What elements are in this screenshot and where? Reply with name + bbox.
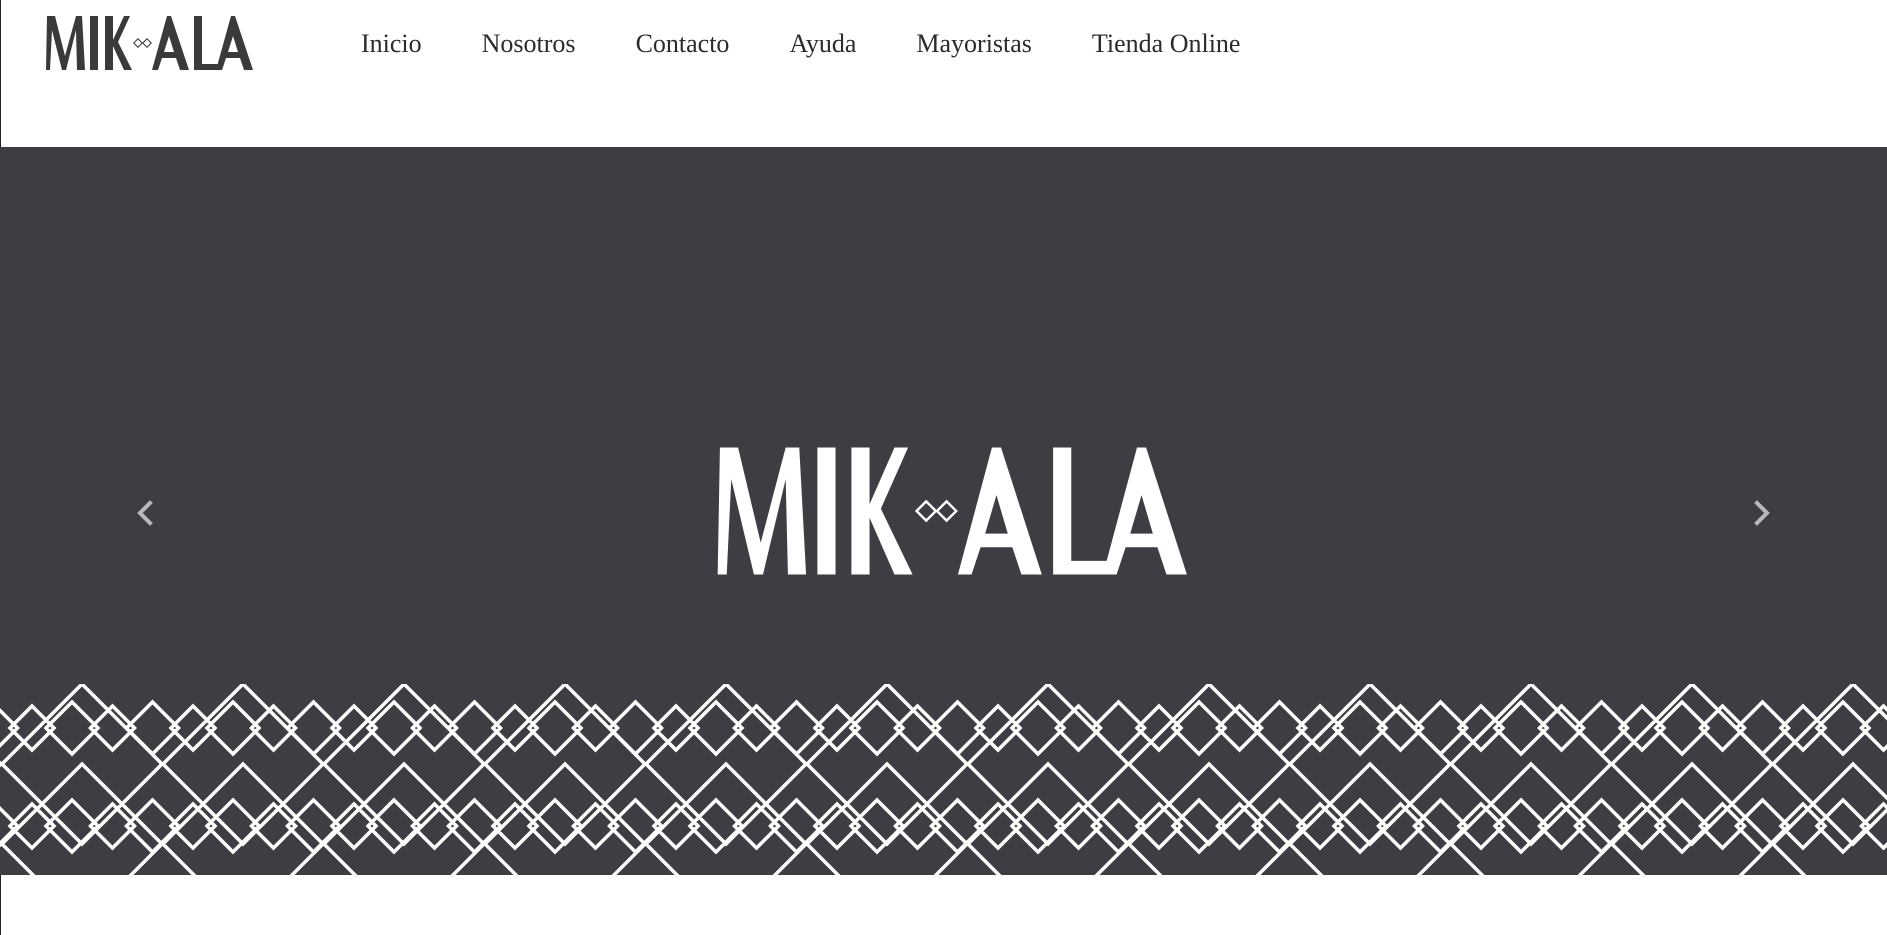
page-left-border-lower (0, 875, 1, 935)
page-left-border (0, 0, 1, 147)
site-logo[interactable] (44, 10, 298, 76)
nav-item-ayuda[interactable]: Ayuda (789, 29, 856, 59)
diamond-lattice-pattern (0, 684, 1887, 875)
nav-item-nosotros[interactable]: Nosotros (482, 29, 576, 59)
logo-wordmark-icon (46, 16, 253, 70)
slider-prev-button[interactable] (130, 495, 160, 531)
slider-next-button[interactable] (1747, 495, 1777, 531)
nav-item-mayoristas[interactable]: Mayoristas (916, 29, 1032, 59)
lattice-lines (0, 684, 1887, 875)
nav-item-inicio[interactable]: Inicio (361, 29, 422, 59)
hero-logo (708, 443, 1294, 579)
nav-item-tienda-online[interactable]: Tienda Online (1092, 29, 1241, 59)
hero-slider (0, 147, 1887, 875)
hero-logo-wordmark-icon (717, 447, 1187, 575)
main-navigation: Inicio Nosotros Contacto Ayuda Mayorista… (361, 22, 1240, 66)
site-header: Inicio Nosotros Contacto Ayuda Mayorista… (0, 0, 1887, 147)
page: Inicio Nosotros Contacto Ayuda Mayorista… (0, 0, 1887, 935)
chevron-left-icon (137, 500, 153, 526)
nav-item-contacto[interactable]: Contacto (636, 29, 730, 59)
diamond-lattice-icon (0, 684, 1887, 875)
chevron-right-icon (1754, 500, 1770, 526)
